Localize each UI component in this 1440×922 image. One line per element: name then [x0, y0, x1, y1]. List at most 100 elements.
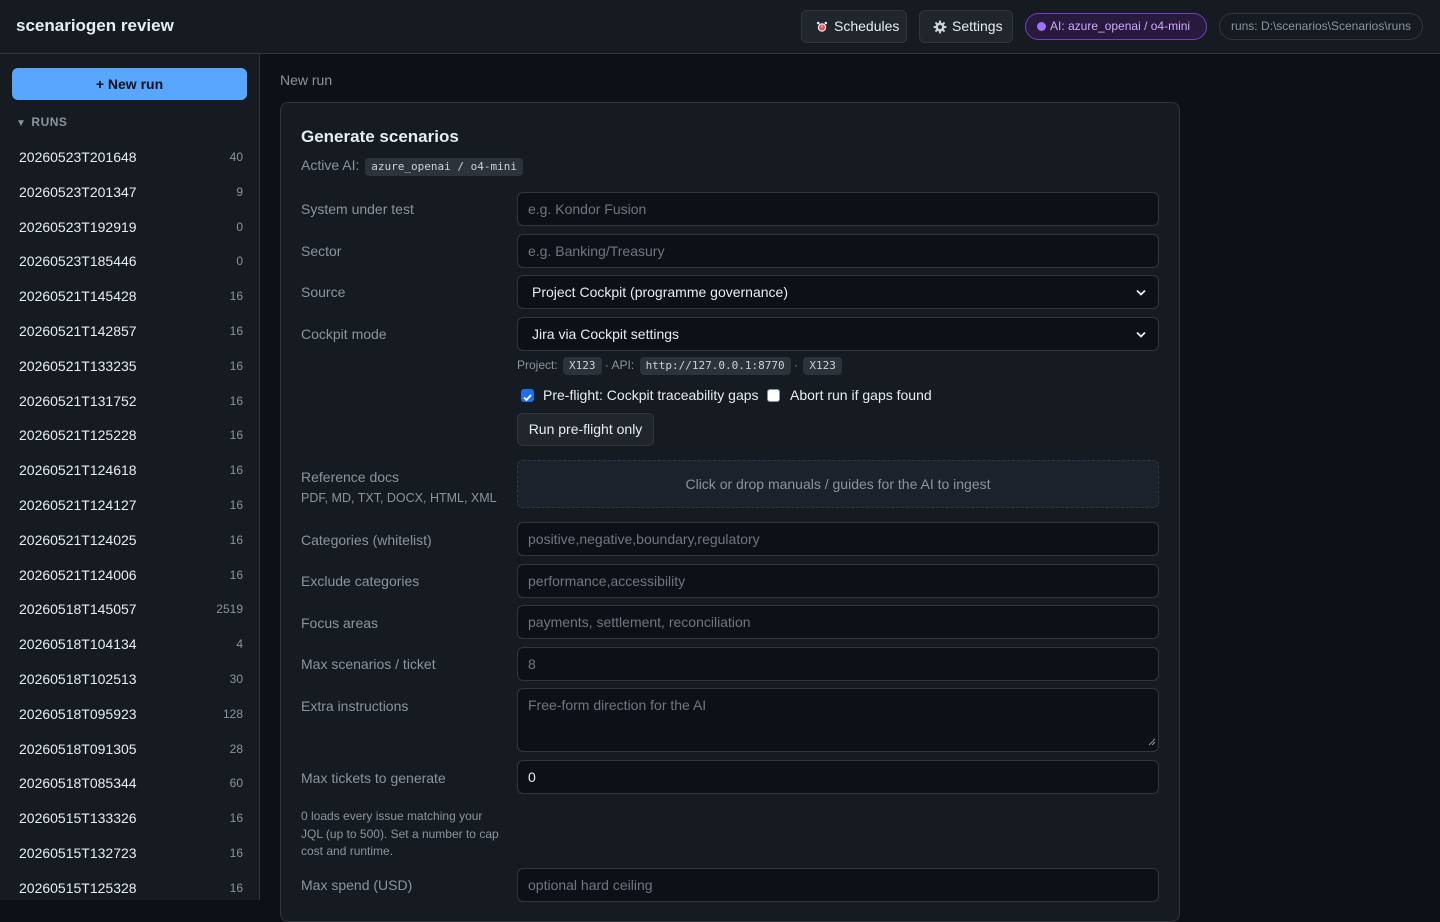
settings-button[interactable]: Settings [919, 10, 1013, 43]
run-id: 20260521T131752 [19, 392, 137, 409]
run-scenario-count: 60 [229, 776, 243, 791]
run-list-item[interactable]: 20260515T133326 16 [0, 801, 259, 836]
extra-placeholder: Free-form direction for the AI [528, 697, 707, 713]
cockpit-info: Project: X123 · API: http://127.0.0.1:87… [517, 357, 842, 375]
run-list-item[interactable]: 20260523T185446 0 [0, 244, 259, 279]
new-run-button[interactable]: + New run [12, 68, 247, 100]
run-scenario-count: 16 [229, 428, 243, 443]
run-list-item[interactable]: 20260518T085344 60 [0, 766, 259, 801]
run-id: 20260518T091305 [19, 740, 137, 757]
api-label: · API: [604, 358, 635, 372]
source-select[interactable]: Project Cockpit (programme governance) [517, 275, 1159, 309]
caret-down-icon: ▼ [16, 118, 27, 129]
resize-grip-icon[interactable] [1148, 733, 1156, 749]
cockpit-mode-value: Jira via Cockpit settings [532, 326, 680, 342]
run-id: 20260518T085344 [19, 775, 137, 792]
max-spend-input[interactable]: optional hard ceiling [517, 868, 1159, 902]
run-scenario-count: 0 [236, 219, 243, 234]
chevron-down-icon [1136, 276, 1148, 308]
max-spend-placeholder: optional hard ceiling [528, 877, 653, 893]
run-list-item[interactable]: 20260521T124006 16 [0, 558, 259, 593]
run-id: 20260523T192919 [19, 218, 137, 235]
run-id: 20260515T133326 [19, 810, 137, 827]
run-scenario-count: 2519 [216, 602, 243, 617]
max-scenarios-placeholder: 8 [528, 656, 536, 672]
run-list-item[interactable]: 20260521T124618 16 [0, 453, 259, 488]
run-list-item[interactable]: 20260521T131752 16 [0, 384, 259, 419]
run-preflight-button[interactable]: Run pre-flight only [517, 413, 654, 446]
extra-instructions-textarea[interactable]: Free-form direction for the AI [517, 688, 1159, 752]
run-list-item[interactable]: 20260518T091305 28 [0, 732, 259, 767]
run-id: 20260521T145428 [19, 288, 137, 305]
run-list-item[interactable]: 20260521T124025 16 [0, 523, 259, 558]
categories-label: Categories (whitelist) [301, 532, 432, 548]
categories-input[interactable]: positive,negative,boundary,regulatory [517, 522, 1159, 556]
run-list-item[interactable]: 20260515T132723 16 [0, 836, 259, 871]
run-list-item[interactable]: 20260523T192919 0 [0, 210, 259, 245]
exclude-categories-input[interactable]: performance,accessibility [517, 564, 1159, 598]
run-id: 20260521T124025 [19, 531, 137, 548]
max-tickets-input[interactable]: 0 [517, 760, 1159, 794]
run-list-item[interactable]: 20260518T145057 2519 [0, 592, 259, 627]
system-label: System under test [301, 201, 414, 217]
focus-label: Focus areas [301, 615, 379, 631]
sector-input[interactable]: e.g. Banking/Treasury [517, 234, 1159, 268]
run-scenario-count: 16 [229, 811, 243, 826]
reference-docs-dropzone[interactable]: Click or drop manuals / guides for the A… [517, 460, 1159, 508]
run-scenario-count: 16 [229, 463, 243, 478]
run-id: 20260521T142857 [19, 322, 137, 339]
ai-status-badge[interactable]: AI: azure_openai / o4-mini [1025, 13, 1207, 40]
run-list-item[interactable]: 20260523T201648 40 [0, 140, 259, 175]
sidebar: + New run ▼ RUNS 20260523T201648 40 2026052… [0, 54, 260, 900]
runs-path-badge: runs: D:\scenarios\Scenarios\runs [1219, 13, 1423, 40]
project-label: Project: [517, 358, 558, 372]
system-under-test-input[interactable]: e.g. Kondor Fusion [517, 192, 1159, 226]
categories-placeholder: positive,negative,boundary,regulatory [528, 531, 760, 547]
run-scenario-count: 16 [229, 880, 243, 895]
run-id: 20260518T145057 [19, 601, 137, 618]
run-list-item[interactable]: 20260521T145428 16 [0, 279, 259, 314]
run-list-item[interactable]: 20260521T133235 16 [0, 349, 259, 384]
run-id: 20260518T104134 [19, 636, 137, 653]
runs-section-header[interactable]: ▼ RUNS [16, 115, 67, 129]
run-scenario-count: 16 [229, 567, 243, 582]
reference-docs-types: PDF, MD, TXT, DOCX, HTML, XML [301, 491, 497, 505]
max-scenarios-label: Max scenarios / ticket [301, 656, 436, 672]
run-list-item[interactable]: 20260515T125328 16 [0, 871, 259, 900]
run-list-item[interactable]: 20260523T201347 9 [0, 175, 259, 210]
run-list-item[interactable]: 20260518T102513 30 [0, 662, 259, 697]
preflight-label[interactable]: Pre-flight: Cockpit traceability gaps [543, 387, 759, 403]
preflight-checkbox[interactable] [521, 389, 534, 402]
run-id: 20260515T125328 [19, 879, 137, 896]
schedules-label: Schedules [834, 18, 900, 34]
run-id: 20260523T201648 [19, 149, 137, 165]
max-scenarios-input[interactable]: 8 [517, 647, 1159, 681]
run-id: 20260521T133235 [19, 357, 137, 374]
run-list-item[interactable]: 20260518T104134 4 [0, 627, 259, 662]
focus-areas-input[interactable]: payments, settlement, reconciliation [517, 605, 1159, 639]
abort-checkbox[interactable] [767, 389, 780, 402]
run-scenario-count: 28 [229, 741, 243, 756]
schedules-button[interactable]: Schedules [801, 10, 907, 43]
sector-placeholder: e.g. Banking/Treasury [528, 243, 665, 259]
cockpit-mode-label: Cockpit mode [301, 326, 387, 342]
run-list-item[interactable]: 20260521T124127 16 [0, 488, 259, 523]
reference-docs-label: Reference docs PDF, MD, TXT, DOCX, HTML,… [301, 469, 497, 505]
max-spend-label: Max spend (USD) [301, 877, 413, 893]
run-scenario-count: 30 [229, 671, 243, 686]
top-bar: scenariogen review Schedules Settings AI… [0, 0, 1440, 54]
run-list-item[interactable]: 20260521T125228 16 [0, 418, 259, 453]
run-scenario-count: 16 [229, 289, 243, 304]
run-scenario-count: 16 [229, 845, 243, 860]
run-list-item[interactable]: 20260518T095923 128 [0, 697, 259, 732]
abort-label[interactable]: Abort run if gaps found [790, 387, 932, 403]
run-id: 20260523T201347 [19, 183, 137, 200]
source-value: Project Cockpit (programme governance) [532, 284, 788, 300]
cockpit-mode-select[interactable]: Jira via Cockpit settings [517, 317, 1159, 351]
run-list-item[interactable]: 20260521T142857 16 [0, 314, 259, 349]
run-scenario-count: 9 [236, 184, 243, 199]
focus-placeholder: payments, settlement, reconciliation [528, 614, 751, 630]
run-id: 20260521T124127 [19, 496, 137, 513]
max-tickets-note: 0 loads every issue matching your JQL (u… [301, 809, 499, 858]
checkmark-icon [523, 394, 532, 402]
